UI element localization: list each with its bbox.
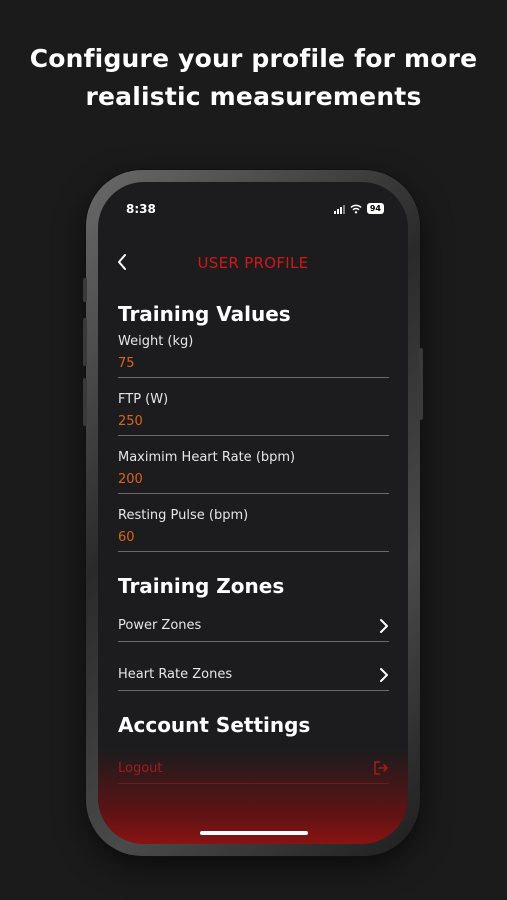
status-time: 8:38 (126, 202, 156, 216)
home-indicator[interactable] (200, 831, 308, 835)
max-heart-rate-field[interactable]: Maximim Heart Rate (bpm) 200 (118, 450, 389, 494)
phone-power-button (419, 348, 423, 420)
status-icons: 94 (333, 203, 384, 214)
app-screen: 8:38 94 USER PROFILE Training Values Wei… (98, 182, 408, 844)
logout-button[interactable]: Logout (118, 753, 389, 784)
phone-volume-down (83, 378, 87, 426)
marketing-headline: Configure your profile for more realisti… (0, 40, 507, 116)
ftp-value[interactable]: 250 (118, 414, 389, 429)
logout-icon (374, 761, 388, 775)
heart-rate-zones-row[interactable]: Heart Rate Zones (118, 655, 389, 691)
wifi-icon (350, 204, 362, 213)
phone-volume-up (83, 318, 87, 366)
cellular-signal-icon (333, 204, 345, 214)
headline-line-1: Configure your profile for more (29, 44, 478, 73)
phone-mute-switch (83, 278, 87, 302)
field-label: Resting Pulse (bpm) (118, 508, 249, 523)
field-label: FTP (W) (118, 392, 169, 407)
headline-line-2: realistic measurements (85, 82, 422, 111)
chevron-right-icon (380, 667, 388, 682)
power-zones-row[interactable]: Power Zones (118, 606, 389, 642)
row-label: Heart Rate Zones (118, 667, 233, 682)
resting-pulse-value[interactable]: 60 (118, 530, 389, 545)
profile-content: Training Values Weight (kg) 75 FTP (W) 2… (118, 302, 389, 784)
resting-pulse-field[interactable]: Resting Pulse (bpm) 60 (118, 508, 389, 552)
section-title-training-zones: Training Zones (118, 574, 285, 598)
max-heart-rate-value[interactable]: 200 (118, 472, 389, 487)
section-title-account-settings: Account Settings (118, 713, 311, 737)
field-label: Maximim Heart Rate (bpm) (118, 450, 296, 465)
weight-field[interactable]: Weight (kg) 75 (118, 334, 389, 378)
status-bar: 8:38 94 (98, 202, 408, 222)
chevron-right-icon (380, 618, 388, 633)
ftp-field[interactable]: FTP (W) 250 (118, 392, 389, 436)
section-title-training-values: Training Values (118, 302, 291, 326)
page-title: USER PROFILE (197, 254, 309, 272)
battery-icon: 94 (366, 203, 384, 214)
row-label: Power Zones (118, 618, 202, 633)
nav-bar: USER PROFILE (98, 252, 408, 276)
logout-label: Logout (118, 760, 163, 776)
phone-frame: 8:38 94 USER PROFILE Training Values Wei… (83, 170, 423, 856)
field-label: Weight (kg) (118, 334, 194, 349)
weight-value[interactable]: 75 (118, 356, 389, 371)
